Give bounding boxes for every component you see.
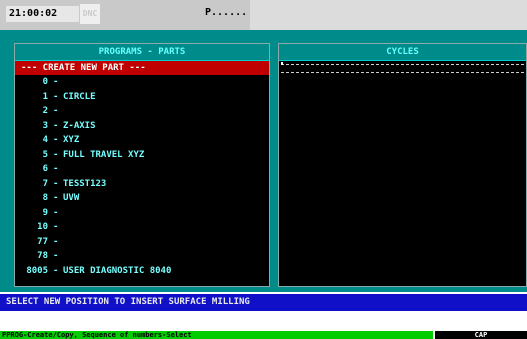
part-number: 77 [37, 236, 48, 247]
clock-display: 21:00:02 [6, 6, 79, 22]
top-bar: 21:00:02 DNC P...... [0, 0, 527, 30]
part-separator: - [53, 251, 59, 261]
part-name: TESST123 [63, 178, 107, 189]
cycles-panel: CYCLES [278, 43, 527, 287]
part-list-item[interactable]: 1- CIRCLE [15, 90, 269, 105]
status-hint: PPROG-Create/Copy, Sequence of numbers-S… [0, 331, 433, 339]
part-name: UVW [63, 193, 80, 203]
part-list-item[interactable]: 77- [15, 235, 269, 250]
part-list-item[interactable]: 9- [15, 206, 269, 221]
part-list-item[interactable]: 5- FULL TRAVEL XYZ [15, 148, 269, 163]
part-number: 3 [42, 120, 48, 131]
part-separator: - [53, 164, 59, 174]
part-list-item[interactable]: 6- [15, 162, 269, 177]
part-separator: - [53, 178, 59, 189]
insert-cursor [281, 62, 283, 65]
part-list-item[interactable]: 7- TESST123 [15, 177, 269, 192]
part-number: 1 [42, 91, 48, 102]
part-separator: - [53, 265, 59, 276]
part-separator: - [53, 106, 59, 116]
part-list-item[interactable]: 8005- USER DIAGNOSTIC 8040 [15, 264, 269, 279]
part-list-item[interactable]: 0- [15, 75, 269, 90]
part-separator: - [53, 91, 59, 102]
part-number: 7 [42, 178, 48, 189]
part-list-item[interactable]: 78- [15, 249, 269, 264]
part-number: 78 [37, 251, 48, 261]
part-separator: - [53, 193, 59, 203]
part-name: XYZ [63, 135, 80, 145]
part-name: FULL TRAVEL XYZ [63, 149, 145, 160]
part-number: 10 [37, 222, 48, 232]
dnc-mode-badge[interactable]: DNC [80, 4, 100, 24]
part-number: 8 [42, 193, 48, 203]
part-number: 2 [42, 106, 48, 116]
part-number: 8005 [26, 265, 48, 276]
part-number: 4 [42, 135, 48, 145]
part-separator: - [53, 120, 59, 131]
part-list-item[interactable]: 8- UVW [15, 191, 269, 206]
part-list-item[interactable]: 10- [15, 220, 269, 235]
part-number: 9 [42, 207, 48, 218]
part-name: USER DIAGNOSTIC 8040 [63, 265, 172, 276]
part-list-item[interactable]: 4- XYZ [15, 133, 269, 148]
insert-position-marker[interactable] [281, 64, 524, 73]
main-area: PROGRAMS - PARTS --- CREATE NEW PART ---… [0, 30, 527, 292]
message-text: SELECT NEW POSITION TO INSERT SURFACE MI… [0, 294, 527, 311]
program-indicator: P...... [205, 7, 248, 18]
part-separator: - [53, 222, 59, 232]
part-list-item[interactable]: 2- [15, 104, 269, 119]
cycles-title: CYCLES [279, 44, 526, 61]
part-separator: - [53, 77, 59, 87]
part-separator: - [53, 207, 59, 218]
part-number: 5 [42, 149, 48, 160]
caps-indicator: CAP [435, 331, 527, 339]
part-name: Z-AXIS [63, 120, 96, 131]
part-list-item[interactable]: 3- Z-AXIS [15, 119, 269, 134]
part-separator: - [53, 135, 59, 145]
part-separator: - [53, 236, 59, 247]
parts-list: 0-1- CIRCLE 2-3- Z-AXIS 4- XYZ 5- FULL TRAVEL X… [15, 75, 269, 278]
programs-parts-title: PROGRAMS - PARTS [15, 44, 269, 61]
status-bar: PPROG-Create/Copy, Sequence of numbers-S… [0, 331, 527, 339]
part-number: 0 [42, 77, 48, 87]
part-name: CIRCLE [63, 91, 96, 102]
programs-parts-panel: PROGRAMS - PARTS --- CREATE NEW PART ---… [14, 43, 270, 287]
top-bar-right-area [250, 0, 527, 30]
part-separator: - [53, 149, 59, 160]
part-number: 6 [42, 164, 48, 174]
create-new-part-item[interactable]: --- CREATE NEW PART --- [15, 61, 269, 75]
message-area: SELECT NEW POSITION TO INSERT SURFACE MI… [0, 292, 527, 313]
